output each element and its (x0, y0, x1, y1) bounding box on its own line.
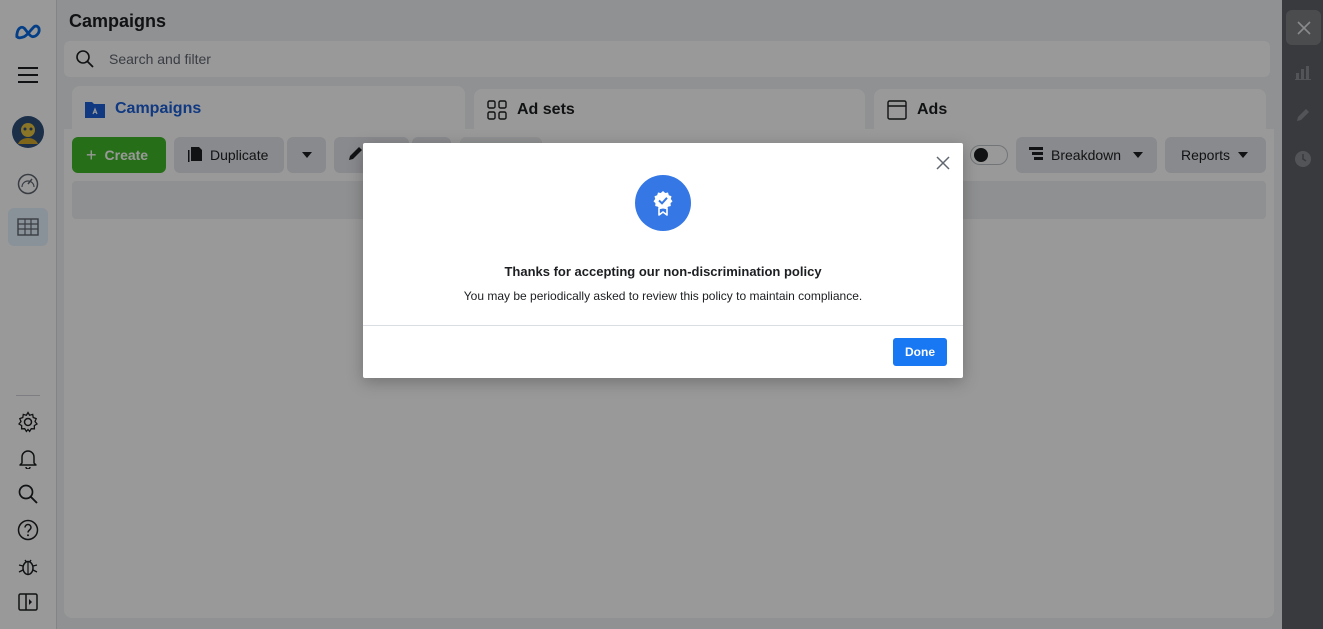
dialog-title: Thanks for accepting our non-discriminat… (504, 264, 822, 279)
verified-badge-icon (635, 175, 691, 231)
policy-confirmation-dialog: Thanks for accepting our non-discriminat… (363, 143, 963, 378)
done-button[interactable]: Done (893, 338, 947, 366)
close-icon[interactable] (935, 155, 951, 171)
dialog-divider (363, 325, 963, 326)
dialog-message: You may be periodically asked to review … (463, 289, 863, 303)
